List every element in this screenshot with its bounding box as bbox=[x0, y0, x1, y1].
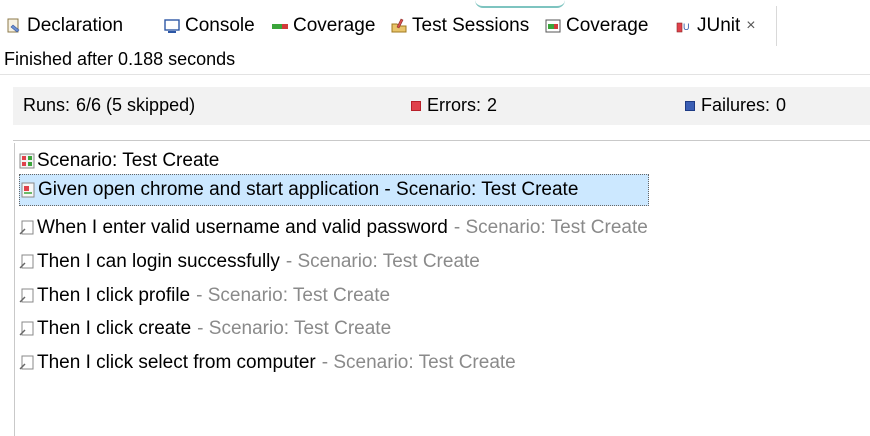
test-skipped-icon bbox=[19, 254, 35, 270]
tab-label: Declaration bbox=[27, 15, 124, 36]
tree-item-label: Then I click select from computer bbox=[37, 352, 316, 373]
test-sessions-icon bbox=[391, 18, 407, 34]
junit-view: Declaration Console Coverage Test Sessio… bbox=[0, 0, 870, 436]
tree-item-test[interactable]: Then I click create - Scenario: Test Cre… bbox=[19, 313, 391, 345]
tab-label: JUnit bbox=[697, 15, 741, 36]
tab-test-sessions[interactable]: Test Sessions bbox=[391, 14, 529, 38]
tab-label: Coverage bbox=[293, 15, 376, 36]
tree-item-test[interactable]: Then I click profile - Scenario: Test Cr… bbox=[19, 280, 390, 312]
tree-item-label: Then I can login successfully bbox=[37, 251, 280, 272]
tab-label: Test Sessions bbox=[412, 15, 530, 36]
junit-icon: U bbox=[676, 18, 692, 34]
runs-value: 6/6 (5 skipped) bbox=[76, 95, 196, 115]
tree-item-label: Given open chrome and start application … bbox=[38, 179, 579, 200]
tree-item-suffix: - Scenario: Test Create bbox=[321, 352, 516, 373]
error-icon bbox=[411, 100, 421, 111]
test-skipped-icon bbox=[19, 220, 35, 236]
tree-item-suffix: - Scenario: Test Create bbox=[197, 318, 392, 339]
coverage-report-icon bbox=[545, 18, 561, 34]
tree-item-suffix: - Scenario: Test Create bbox=[285, 251, 480, 272]
tree-item-label: Then I click create bbox=[37, 318, 192, 339]
test-error-icon bbox=[20, 182, 36, 198]
tree-item-test[interactable]: Then I can login successfully - Scenario… bbox=[19, 246, 480, 278]
runs-label: Runs: bbox=[23, 95, 71, 115]
declaration-icon bbox=[6, 18, 22, 34]
test-results-tree: Scenario: Test Create Given open chrome … bbox=[14, 143, 870, 436]
failures-value: 0 bbox=[776, 95, 787, 115]
tree-item-test[interactable]: Given open chrome and start application … bbox=[19, 174, 650, 206]
close-icon[interactable]: × bbox=[746, 17, 755, 35]
coverage-bar-icon bbox=[272, 18, 288, 34]
failures-label: Failures: bbox=[701, 95, 771, 115]
tab-junit[interactable]: U JUnit × bbox=[676, 14, 756, 38]
decoration-arc bbox=[475, 0, 565, 8]
tab-console[interactable]: Console bbox=[164, 14, 255, 38]
view-tab-bar: Declaration Console Coverage Test Sessio… bbox=[0, 0, 870, 46]
tab-label: Console bbox=[185, 15, 255, 36]
errors-value: 2 bbox=[487, 95, 498, 115]
tree-item-suite[interactable]: Scenario: Test Create bbox=[19, 145, 219, 177]
tree-item-label: Then I click profile bbox=[37, 285, 191, 306]
tree-item-suffix: - Scenario: Test Create bbox=[453, 217, 648, 238]
tab-coverage-report[interactable]: Coverage bbox=[545, 14, 648, 38]
runs-counter: Runs: 6/6 (5 skipped) bbox=[23, 95, 195, 116]
errors-counter: Errors: 2 bbox=[411, 95, 497, 116]
divider bbox=[13, 140, 870, 141]
test-counters-bar: Runs: 6/6 (5 skipped) Errors: 2 Failures… bbox=[13, 87, 870, 125]
console-icon bbox=[164, 18, 180, 34]
tree-item-test[interactable]: Then I click select from computer - Scen… bbox=[19, 347, 516, 379]
failure-icon bbox=[685, 100, 695, 111]
tree-item-suffix: - Scenario: Test Create bbox=[196, 285, 391, 306]
divider bbox=[0, 74, 870, 75]
run-status-text: Finished after 0.188 seconds bbox=[4, 49, 236, 69]
tab-label: Coverage bbox=[566, 15, 649, 36]
svg-text:U: U bbox=[683, 22, 690, 32]
test-skipped-icon bbox=[19, 321, 35, 337]
suite-error-icon bbox=[19, 153, 35, 169]
tab-declaration[interactable]: Declaration bbox=[6, 14, 123, 38]
errors-label: Errors: bbox=[427, 95, 481, 115]
test-skipped-icon bbox=[19, 288, 35, 304]
tree-item-label: Scenario: Test Create bbox=[37, 150, 220, 171]
failures-counter: Failures: 0 bbox=[685, 95, 786, 116]
tree-item-test[interactable]: When I enter valid username and valid pa… bbox=[19, 212, 648, 244]
tree-item-label: When I enter valid username and valid pa… bbox=[37, 217, 448, 238]
tab-coverage[interactable]: Coverage bbox=[272, 14, 375, 38]
test-skipped-icon bbox=[19, 355, 35, 371]
